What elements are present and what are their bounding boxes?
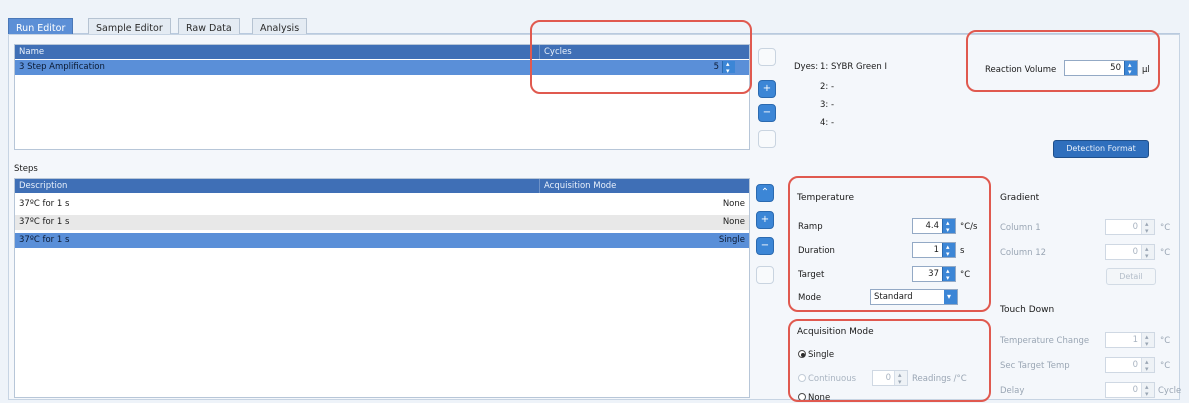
delay-spin-button[interactable] bbox=[1141, 380, 1154, 401]
touch-down-title: Touch Down bbox=[1000, 305, 1055, 315]
column-header-description[interactable]: Description bbox=[15, 179, 539, 193]
steps-title: Steps bbox=[14, 164, 38, 174]
table-row[interactable]: 37ºC for 1 s None bbox=[15, 197, 749, 212]
column-header-acquisition-mode[interactable]: Acquisition Mode bbox=[539, 179, 749, 193]
gradient-title: Gradient bbox=[1000, 193, 1040, 203]
table-row[interactable]: 37ºC for 1 s None bbox=[15, 215, 749, 230]
sec-target-temp-stepper[interactable]: 0 bbox=[1105, 355, 1155, 376]
step-description: 37ºC for 1 s bbox=[19, 217, 70, 227]
sec-target-temp-value: 0 bbox=[1132, 360, 1138, 370]
sec-target-temp-unit: °C bbox=[1160, 361, 1171, 371]
program-name-cell: 3 Step Amplification bbox=[19, 62, 105, 72]
dye-2: 2: - bbox=[820, 82, 835, 92]
detection-format-button[interactable]: Detection Format bbox=[1053, 140, 1149, 158]
temperature-change-label: Temperature Change bbox=[1000, 336, 1090, 346]
remove-step-button[interactable]: − bbox=[756, 237, 774, 255]
add-program-button[interactable]: + bbox=[758, 80, 776, 98]
column-1-spin-button[interactable] bbox=[1141, 217, 1154, 238]
column-12-label: Column 12 bbox=[1000, 248, 1047, 258]
temperature-change-stepper[interactable]: 1 bbox=[1105, 330, 1155, 351]
program-side-slot-2 bbox=[758, 130, 776, 148]
temperature-change-value: 1 bbox=[1132, 335, 1138, 345]
dye-3: 3: - bbox=[820, 100, 835, 110]
step-description: 37ºC for 1 s bbox=[19, 235, 70, 245]
add-step-button[interactable]: + bbox=[756, 211, 774, 229]
step-side-slot bbox=[756, 266, 774, 284]
move-step-up-button[interactable]: ⌃ bbox=[756, 184, 774, 202]
delay-label: Delay bbox=[1000, 386, 1025, 396]
dyes-label: Dyes: bbox=[794, 62, 819, 72]
gradient-detail-button[interactable]: Detail bbox=[1106, 268, 1156, 285]
column-1-label: Column 1 bbox=[1000, 223, 1041, 233]
dye-1: 1: SYBR Green I bbox=[820, 62, 887, 72]
column-1-stepper[interactable]: 0 bbox=[1105, 217, 1155, 238]
column-12-stepper[interactable]: 0 bbox=[1105, 242, 1155, 263]
temperature-change-spin-button[interactable] bbox=[1141, 330, 1154, 351]
table-row[interactable]: 37ºC for 1 s Single bbox=[15, 233, 749, 248]
reaction-volume-highlight-frame bbox=[966, 30, 1160, 92]
column-1-value: 0 bbox=[1132, 222, 1138, 232]
program-side-slot-1 bbox=[758, 48, 776, 66]
sec-target-temp-label: Sec Target Temp bbox=[1000, 361, 1070, 371]
column-12-spin-button[interactable] bbox=[1141, 242, 1154, 263]
steps-table: Description Acquisition Mode 37ºC for 1 … bbox=[14, 178, 750, 398]
column-12-value: 0 bbox=[1132, 247, 1138, 257]
cycles-highlight-frame bbox=[530, 20, 752, 94]
column-header-name[interactable]: Name bbox=[15, 45, 539, 59]
step-acquisition: Single bbox=[718, 235, 745, 245]
delay-stepper[interactable]: 0 bbox=[1105, 380, 1155, 401]
temperature-highlight-frame bbox=[788, 176, 991, 312]
remove-program-button[interactable]: − bbox=[758, 104, 776, 122]
sec-target-temp-spin-button[interactable] bbox=[1141, 355, 1154, 376]
step-acquisition: None bbox=[722, 199, 745, 209]
column-1-unit: °C bbox=[1160, 223, 1171, 233]
step-description: 37ºC for 1 s bbox=[19, 199, 70, 209]
step-acquisition: None bbox=[722, 217, 745, 227]
delay-unit: Cycle bbox=[1158, 386, 1182, 396]
delay-value: 0 bbox=[1132, 385, 1138, 395]
temperature-change-unit: °C bbox=[1160, 336, 1171, 346]
acquisition-mode-highlight-frame bbox=[788, 319, 991, 402]
dye-4: 4: - bbox=[820, 118, 835, 128]
column-12-unit: °C bbox=[1160, 248, 1171, 258]
